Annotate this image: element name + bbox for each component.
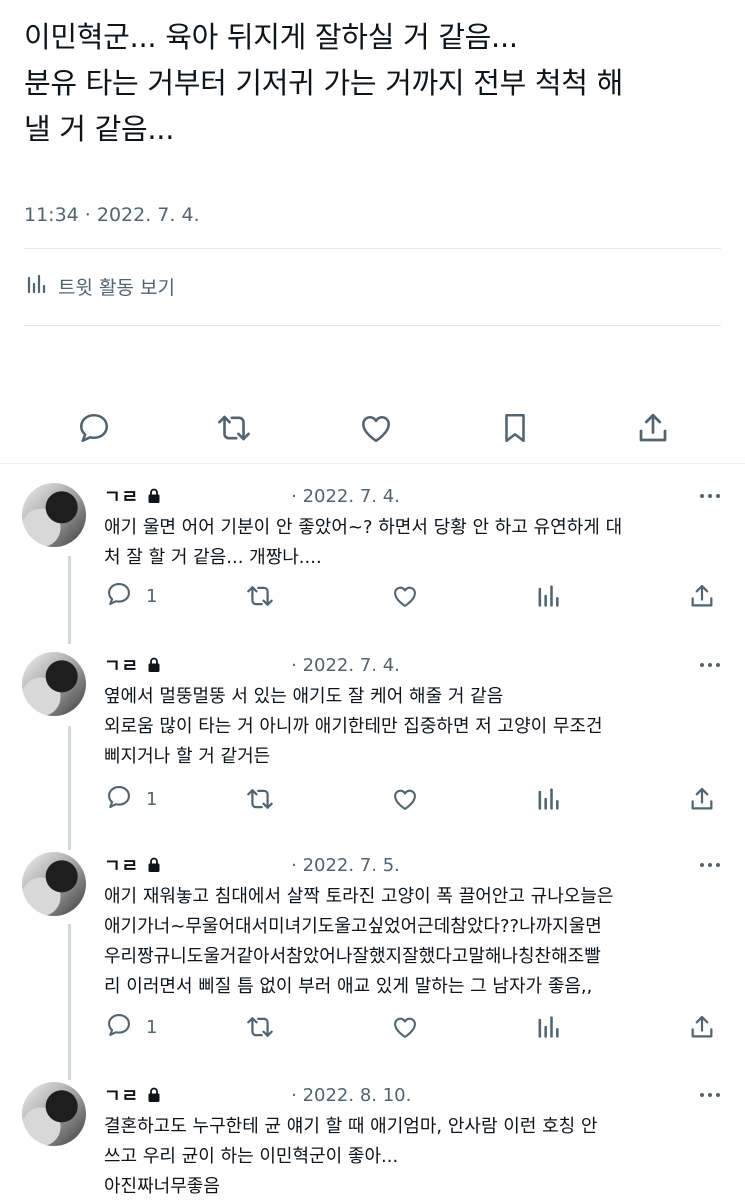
analytics-icon[interactable] <box>534 582 562 610</box>
main-tweet-line: 낼 거 같음... <box>24 112 175 146</box>
retweet-icon[interactable] <box>215 410 253 446</box>
tweet-activity-link[interactable]: 트윗 활동 보기 <box>24 272 175 301</box>
reply-text-line: 아진짜너무좋음 <box>104 1176 220 1197</box>
reply-text-line: 우리짱규니도울거같아서참았어나잘했지잘했다고말해나칭찬해조빨 <box>104 946 601 967</box>
reply-text: 애기 재워놓고 침대에서 살짝 토라진 고양이 폭 끌어안고 규나오늘은 애기가… <box>104 882 724 1002</box>
more-icon[interactable] <box>700 663 724 667</box>
reply-button[interactable]: 1 <box>104 580 157 613</box>
reply-text-line: 애기 울면 어어 기분이 안 좋았어~? 하면서 당황 안 하고 유연하게 대 <box>104 517 623 538</box>
reply-icon <box>104 783 134 816</box>
more-icon[interactable] <box>700 1093 724 1097</box>
retweet-icon[interactable] <box>244 582 276 610</box>
reply-author-name[interactable]: ㄱㄹ <box>104 852 139 878</box>
reply-text-line: 옆에서 멀뚱멀뚱 서 있는 애기도 잘 케어 해줄 거 같음 <box>104 686 504 707</box>
main-tweet-line: 이민혁군... 육아 뒤지게 잘하실 거 같음... <box>24 20 518 54</box>
reply-date[interactable]: · 2022. 7. 4. <box>291 655 400 676</box>
lock-icon <box>147 657 161 673</box>
reply-date[interactable]: · 2022. 7. 5. <box>291 855 400 876</box>
avatar[interactable] <box>22 652 86 716</box>
reply-header: ㄱㄹ · 2022. 7. 5. <box>104 852 724 878</box>
reply-count: 1 <box>146 1016 158 1038</box>
analytics-icon[interactable] <box>534 1013 562 1041</box>
divider <box>24 325 721 326</box>
reply-actions: 1 <box>104 1012 724 1042</box>
reply-text-line: 결혼하고도 누구한테 균 얘기 할 때 애기엄마, 안사람 이런 호칭 안 <box>104 1116 598 1137</box>
share-icon[interactable] <box>688 582 716 610</box>
thread-line <box>68 924 71 1080</box>
avatar[interactable] <box>22 852 86 916</box>
reply-button[interactable]: 1 <box>104 783 157 816</box>
heart-icon[interactable] <box>357 410 395 446</box>
retweet-icon[interactable] <box>244 785 276 813</box>
share-icon[interactable] <box>635 410 671 446</box>
reply-text: 결혼하고도 누구한테 균 얘기 할 때 애기엄마, 안사람 이런 호칭 안 쓰고… <box>104 1112 724 1202</box>
main-tweet-line: 분유 타는 거부터 기저귀 가는 거까지 전부 척척 해 <box>24 66 623 100</box>
reply-author-name[interactable]: ㄱㄹ <box>104 483 139 509</box>
analytics-icon <box>24 272 48 301</box>
reply-date[interactable]: · 2022. 7. 4. <box>291 486 400 507</box>
main-tweet-actions <box>24 404 721 452</box>
reply-icon <box>104 1011 134 1044</box>
reply-text-line: 애기가너~무울어대서미녀기도울고싶었어근데참았다??나까지울면 <box>104 916 602 937</box>
reply-actions: 1 <box>104 784 724 814</box>
reply-text: 옆에서 멀뚱멀뚱 서 있는 애기도 잘 케어 해줄 거 같음 외로움 많이 타는… <box>104 682 724 772</box>
reply-header: ㄱㄹ · 2022. 8. 10. <box>104 1082 724 1108</box>
section-divider <box>0 463 745 464</box>
reply-text: 애기 울면 어어 기분이 안 좋았어~? 하면서 당황 안 하고 유연하게 대 … <box>104 513 724 573</box>
reply-icon[interactable] <box>76 410 112 446</box>
avatar[interactable] <box>22 483 86 547</box>
reply-text-line: 외로움 많이 타는 거 아니까 애기한테만 집중하면 저 고양이 무조건 <box>104 716 603 737</box>
reply-actions: 1 <box>104 581 724 611</box>
reply-text-line: 삐지거나 할 거 같거든 <box>104 746 271 767</box>
tweet-timestamp[interactable]: 11:34 · 2022. 7. 4. <box>24 204 200 226</box>
heart-icon[interactable] <box>390 1013 420 1041</box>
share-icon[interactable] <box>688 785 716 813</box>
reply-header: ㄱㄹ · 2022. 7. 4. <box>104 483 724 509</box>
share-icon[interactable] <box>688 1013 716 1041</box>
main-tweet-text: 이민혁군... 육아 뒤지게 잘하실 거 같음... 분유 타는 거부터 기저귀… <box>24 14 724 152</box>
reply-header: ㄱㄹ · 2022. 7. 4. <box>104 652 724 678</box>
reply-text-line: 리 이러면서 삐질 틈 없이 부러 애교 있게 말하는 그 남자가 좋음,, <box>104 976 593 997</box>
reply-text-line: 애기 재워놓고 침대에서 살짝 토라진 고양이 폭 끌어안고 규나오늘은 <box>104 886 614 907</box>
thread-line <box>68 556 71 644</box>
more-icon[interactable] <box>700 863 724 867</box>
reply-count: 1 <box>146 788 158 810</box>
reply-button[interactable]: 1 <box>104 1011 157 1044</box>
tweet-activity-label: 트윗 활동 보기 <box>58 277 175 299</box>
avatar[interactable] <box>22 1082 86 1146</box>
lock-icon <box>147 488 161 504</box>
reply-author-name[interactable]: ㄱㄹ <box>104 652 139 678</box>
lock-icon <box>147 1087 161 1103</box>
retweet-icon[interactable] <box>244 1013 276 1041</box>
reply-text-line: 처 잘 할 거 같음... 개짱나.... <box>104 547 322 568</box>
reply-date[interactable]: · 2022. 8. 10. <box>291 1085 411 1106</box>
heart-icon[interactable] <box>390 582 420 610</box>
more-icon[interactable] <box>700 494 724 498</box>
heart-icon[interactable] <box>390 785 420 813</box>
bookmark-icon[interactable] <box>498 410 532 446</box>
reply-count: 1 <box>146 585 158 607</box>
thread-line <box>68 726 71 850</box>
reply-text-line: 쓰고 우리 균이 하는 이민혁군이 좋아... <box>104 1146 399 1167</box>
divider <box>24 248 721 249</box>
reply-author-name[interactable]: ㄱㄹ <box>104 1082 139 1108</box>
lock-icon <box>147 857 161 873</box>
reply-icon <box>104 580 134 613</box>
analytics-icon[interactable] <box>534 785 562 813</box>
